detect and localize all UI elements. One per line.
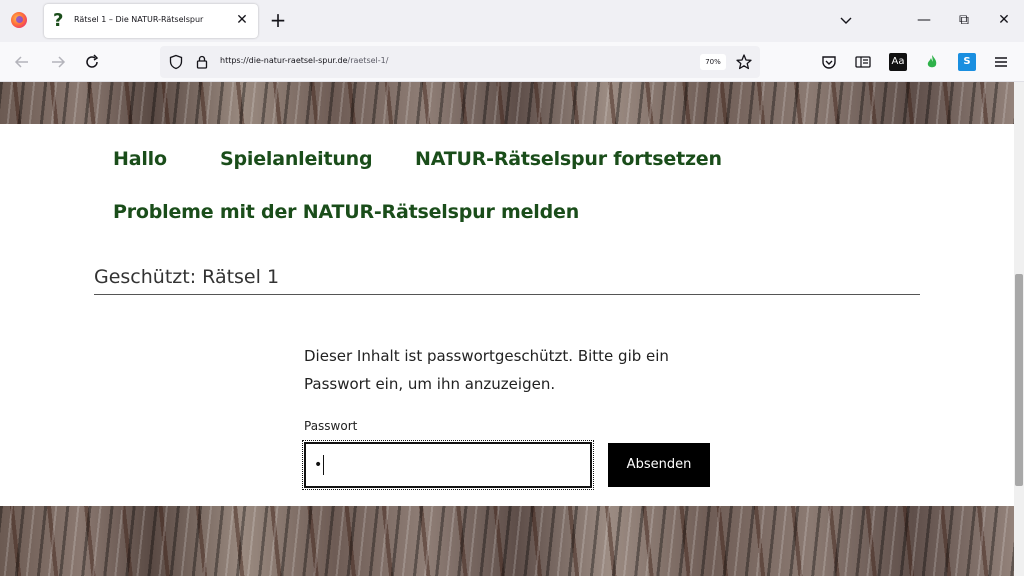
tab-close-icon[interactable]: ✕ [234, 12, 250, 28]
nav-link-probleme-melden[interactable]: Probleme mit der NATUR-Rätselspur melden [113, 201, 579, 223]
hamburger-menu-icon[interactable] [991, 52, 1011, 72]
firefox-logo-icon[interactable] [11, 12, 27, 28]
tab-active[interactable]: ? Rätsel 1 – Die NATUR-Rätselspur ✕ [44, 4, 258, 38]
question-mark-favicon-icon: ? [53, 10, 64, 31]
page-content: Hallo Spielanleitung NATUR-Rätselspur fo… [0, 124, 1014, 506]
bark-header-image [0, 82, 1014, 124]
nav-link-spielanleitung[interactable]: Spielanleitung [220, 148, 373, 170]
scrollbar-thumb[interactable] [1015, 274, 1023, 486]
page-scrollbar[interactable] [1014, 82, 1024, 576]
url-text[interactable]: https://die-natur-raetsel-spur.de/raetse… [220, 56, 388, 65]
pocket-icon[interactable] [819, 52, 839, 72]
shield-icon[interactable] [168, 54, 184, 70]
password-input[interactable]: • [302, 440, 594, 490]
tab-title: Rätsel 1 – Die NATUR-Rätselspur [74, 15, 204, 24]
title-divider [94, 294, 920, 295]
nav-link-fortsetzen[interactable]: NATUR-Rätselspur fortsetzen [415, 148, 722, 170]
reader-view-icon[interactable] [853, 52, 873, 72]
bark-footer-image [0, 506, 1014, 576]
submit-button[interactable]: Absenden [608, 443, 710, 487]
navigation-toolbar: https://die-natur-raetsel-spur.de/raetse… [0, 42, 1024, 82]
font-extension-icon[interactable]: Aa [889, 53, 907, 71]
url-bar[interactable]: https://die-natur-raetsel-spur.de/raetse… [160, 46, 760, 78]
reload-icon[interactable] [82, 52, 102, 72]
new-tab-button[interactable]: + [268, 10, 288, 30]
minimize-button[interactable]: — [914, 10, 934, 30]
tab-bar: ? Rätsel 1 – Die NATUR-Rätselspur ✕ + — … [0, 0, 1024, 42]
green-flame-extension-icon[interactable] [922, 52, 942, 72]
protected-content-notice: Dieser Inhalt ist passwortgeschützt. Bit… [304, 347, 669, 393]
arrow-left-icon[interactable] [12, 52, 32, 72]
nav-link-hallo[interactable]: Hallo [113, 148, 167, 170]
lock-icon[interactable] [194, 54, 210, 70]
arrow-right-icon[interactable] [48, 52, 68, 72]
url-domain: https://die-natur-raetsel-spur.de [220, 56, 348, 65]
password-label: Passwort [304, 419, 358, 433]
page-title: Geschützt: Rätsel 1 [94, 266, 280, 288]
s-extension-icon[interactable]: S [958, 53, 976, 71]
restore-button[interactable]: ⧉ [954, 10, 974, 30]
close-window-button[interactable]: ✕ [994, 10, 1014, 30]
url-path: /raetsel-1/ [347, 56, 389, 65]
chevron-down-icon[interactable] [838, 12, 854, 28]
star-icon[interactable] [735, 53, 753, 71]
zoom-level-badge[interactable]: 70% [700, 54, 726, 70]
